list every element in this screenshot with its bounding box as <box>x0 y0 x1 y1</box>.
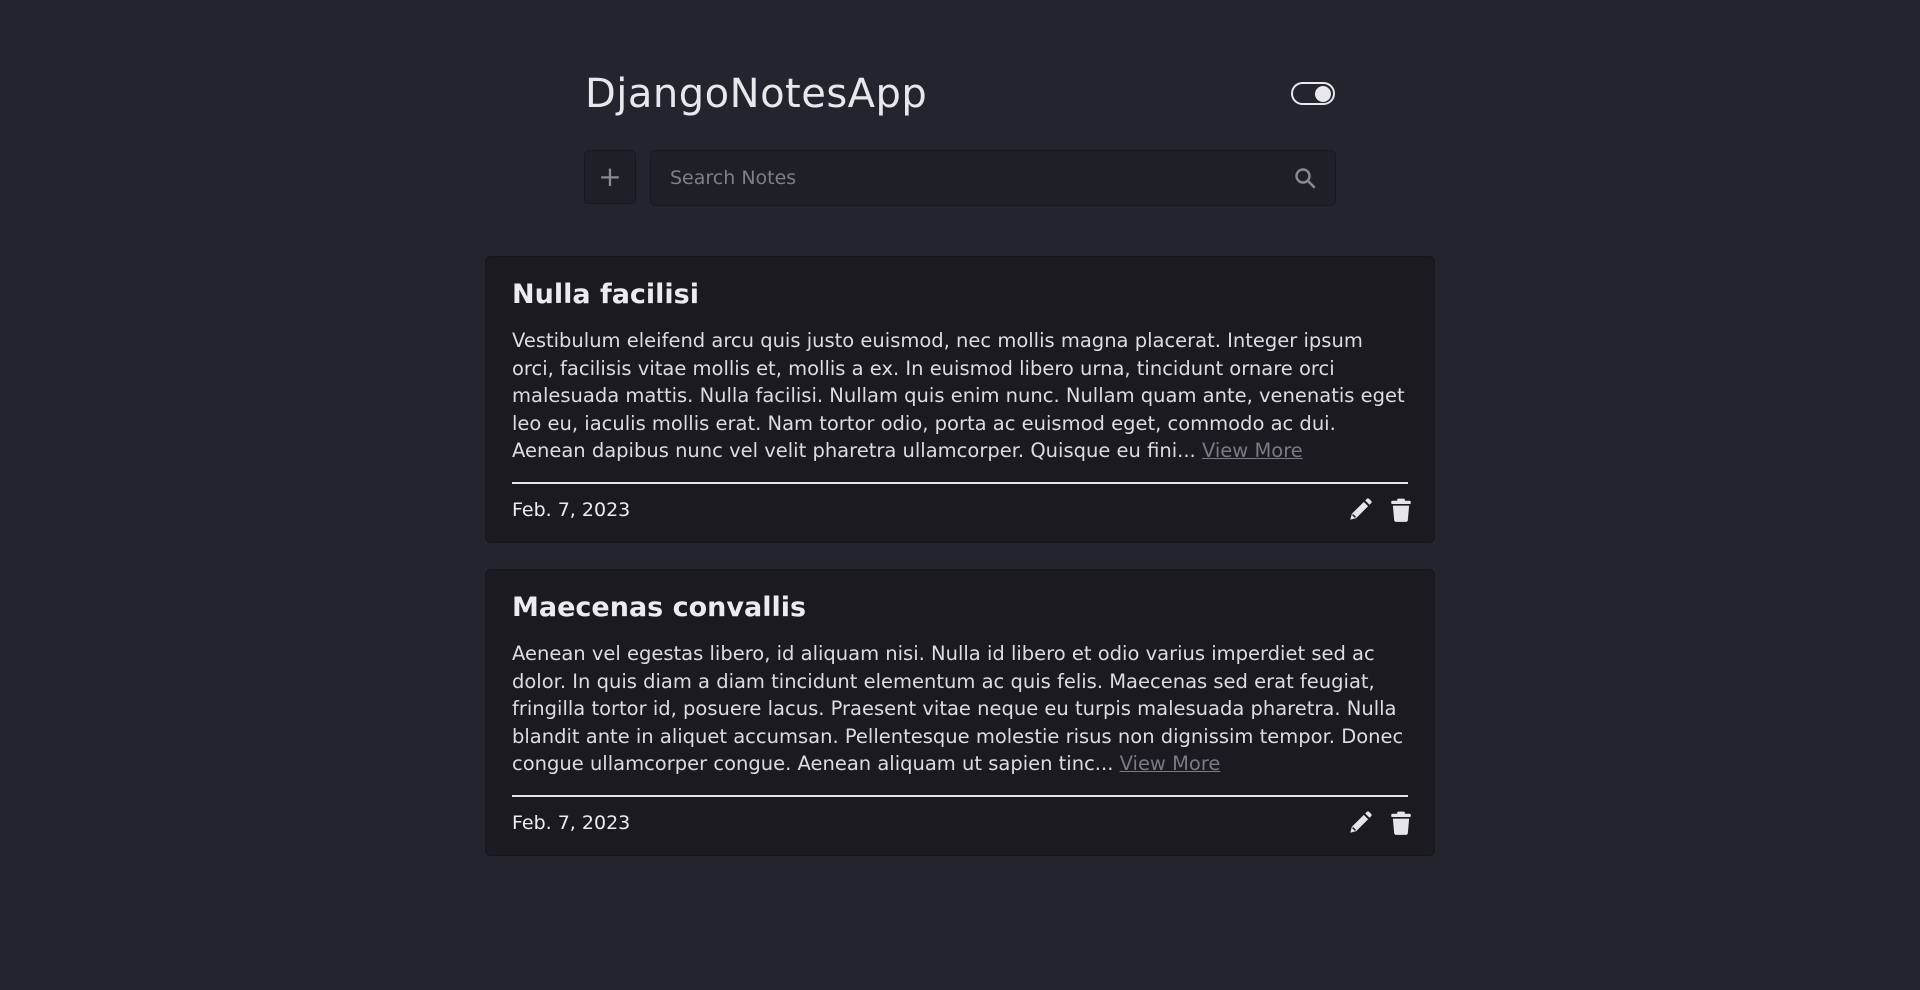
note-card: Nulla facilisi Vestibulum eleifend arcu … <box>485 256 1435 543</box>
add-note-button[interactable]: + <box>584 150 636 204</box>
note-actions <box>1337 497 1414 523</box>
search-icon[interactable] <box>1293 166 1317 190</box>
trash-icon[interactable] <box>1388 497 1414 523</box>
note-title[interactable]: Nulla facilisi <box>512 277 1408 313</box>
pencil-icon[interactable] <box>1347 810 1373 836</box>
note-body: Vestibulum eleifend arcu quis justo euis… <box>512 327 1408 465</box>
note-actions <box>1337 810 1414 836</box>
note-card: Maecenas convallis Aenean vel egestas li… <box>485 569 1435 856</box>
note-date: Feb. 7, 2023 <box>512 499 631 521</box>
pencil-icon[interactable] <box>1347 497 1373 523</box>
note-title[interactable]: Maecenas convallis <box>512 590 1408 626</box>
note-excerpt: Aenean vel egestas libero, id aliquam ni… <box>512 642 1404 776</box>
plus-icon: + <box>598 160 622 193</box>
app-title: DjangoNotesApp <box>585 71 928 117</box>
notes-list: Nulla facilisi Vestibulum eleifend arcu … <box>485 256 1435 882</box>
trash-icon[interactable] <box>1388 810 1414 836</box>
note-date: Feb. 7, 2023 <box>512 812 631 834</box>
search-input[interactable] <box>651 151 1271 205</box>
view-more-link[interactable]: View More <box>1120 752 1221 775</box>
toolbar: + <box>584 150 1336 206</box>
app-header: DjangoNotesApp <box>585 66 1335 126</box>
search-box <box>650 150 1336 206</box>
toggle-knob <box>1315 85 1331 102</box>
note-body: Aenean vel egestas libero, id aliquam ni… <box>512 640 1408 778</box>
note-divider <box>512 795 1408 797</box>
note-divider <box>512 482 1408 484</box>
view-more-link[interactable]: View More <box>1202 439 1303 462</box>
theme-toggle[interactable] <box>1291 82 1335 105</box>
